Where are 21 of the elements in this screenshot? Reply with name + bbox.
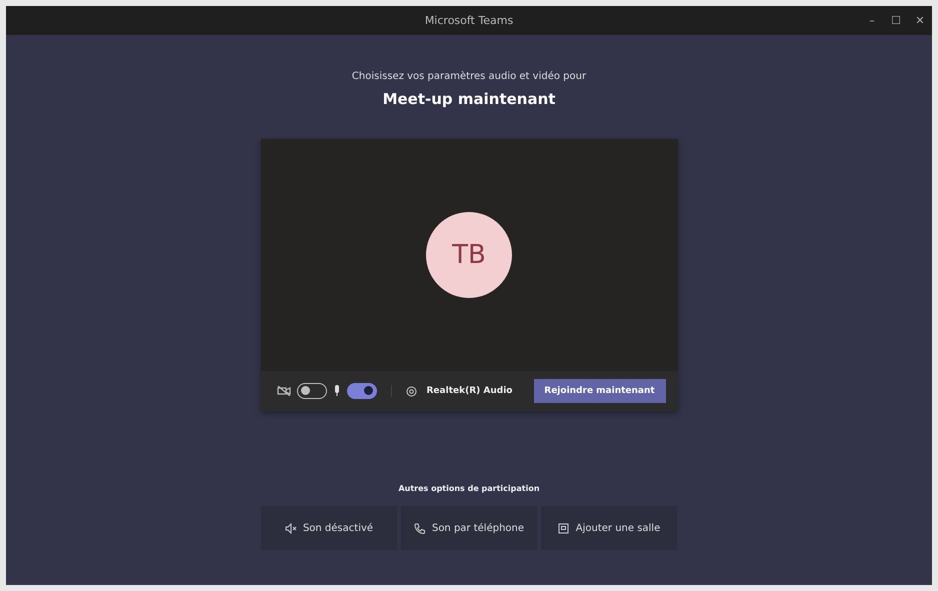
meeting-title: Meet-up maintenant xyxy=(382,90,556,108)
microphone-toggle[interactable] xyxy=(346,383,376,399)
room-icon xyxy=(558,522,570,534)
camera-toggle[interactable] xyxy=(296,383,326,399)
camera-icon xyxy=(276,386,290,396)
maximize-button[interactable]: ☐ xyxy=(884,6,908,35)
option-button[interactable]: Son par téléphone xyxy=(401,506,537,550)
options-heading: Autres options de participation xyxy=(398,484,540,493)
prompt-text: Choisissez vos paramètres audio et vidéo pour xyxy=(352,71,586,82)
audio-device[interactable]: Realtek(R) Audio xyxy=(426,386,512,396)
close-button[interactable]: ✕ xyxy=(908,6,932,35)
speaker-icon xyxy=(284,522,297,534)
minimize-button[interactable]: – xyxy=(860,6,884,35)
avatar: TB xyxy=(426,212,512,298)
join-button[interactable]: Rejoindre maintenant xyxy=(534,379,666,403)
settings-icon xyxy=(406,386,416,396)
microphone-icon xyxy=(332,385,340,397)
window-title: Microsoft Teams xyxy=(424,14,514,27)
option-button[interactable]: Son désactivé xyxy=(261,506,397,550)
phone-icon xyxy=(414,522,426,534)
option-button[interactable]: Ajouter une salle xyxy=(541,506,677,550)
